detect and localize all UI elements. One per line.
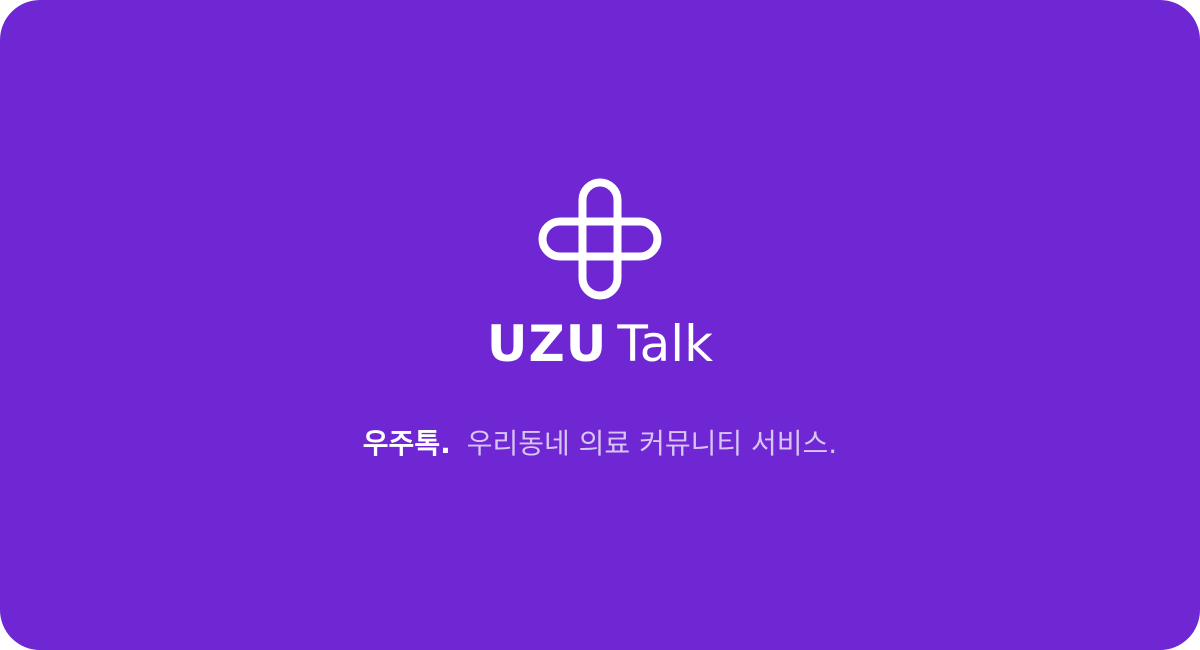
tagline-brand: 우주톡.: [362, 427, 451, 460]
brand-wordmark-light: Talk: [617, 315, 714, 373]
tagline: 우주톡. 우리동네 의료 커뮤니티 서비스.: [0, 424, 1200, 464]
splash-card: UZU Talk 우주톡. 우리동네 의료 커뮤니티 서비스.: [0, 0, 1200, 650]
cross-pill-logo-icon: [538, 178, 662, 300]
tagline-description: 우리동네 의료 커뮤니티 서비스.: [466, 427, 838, 460]
brand-wordmark: UZU Talk: [0, 316, 1200, 384]
logo-horizontal-capsule: [538, 217, 662, 261]
logo-vertical-capsule: [578, 178, 622, 300]
brand-wordmark-bold: UZU: [486, 315, 608, 373]
